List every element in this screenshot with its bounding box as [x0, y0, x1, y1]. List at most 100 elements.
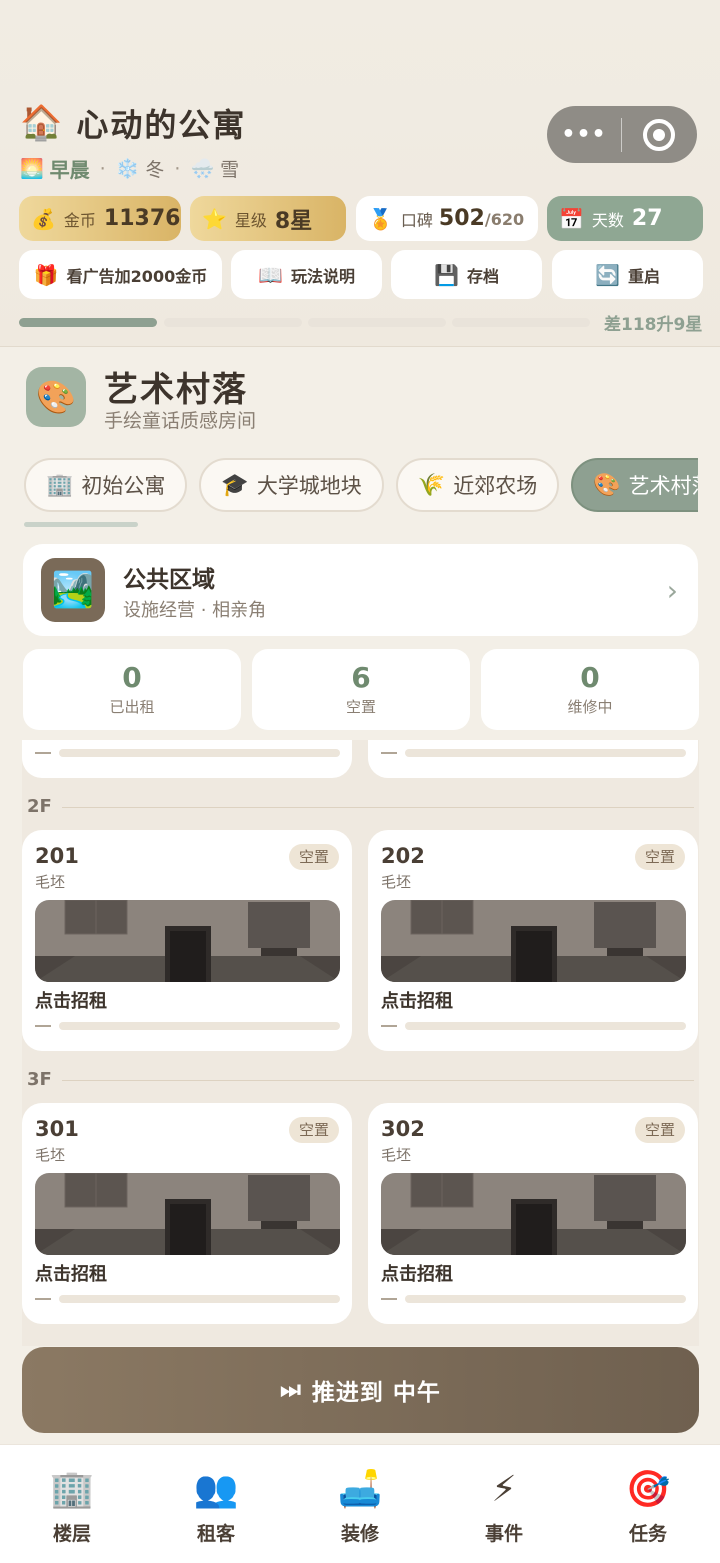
room-card-partial[interactable]	[22, 740, 352, 778]
rent-dash	[35, 1298, 51, 1300]
snow-cloud-icon: 🌨️	[190, 158, 215, 180]
room-number: 302	[381, 1117, 425, 1141]
rent-dash	[381, 752, 397, 754]
tab-label: 大学城地块	[256, 474, 362, 498]
tab-label: 初始公寓	[81, 474, 166, 498]
rent-dash	[35, 752, 51, 754]
room-type: 毛坯	[381, 1146, 412, 1164]
reputation-value: 502	[438, 206, 485, 231]
room-illustration	[35, 900, 340, 982]
area-tabs: 🏢 初始公寓 🎓 大学城地块 🌾 近郊农场 🎨 艺术村落	[24, 458, 698, 514]
separator: ·	[99, 157, 106, 180]
close-miniprogram-button[interactable]	[622, 118, 696, 151]
nav-floors[interactable]: 🏢 楼层	[0, 1445, 144, 1563]
star-icon: ⭐	[202, 206, 227, 231]
watch-ad-button[interactable]: 🎁 看广告加2000金币	[19, 250, 222, 299]
nav-tasks[interactable]: 🎯 任务	[576, 1445, 720, 1563]
rent-action-label[interactable]: 点击招租	[381, 987, 453, 1013]
save-button[interactable]: 💾 存档	[391, 250, 542, 299]
tab-label: 艺术村落	[628, 474, 698, 498]
nav-events[interactable]: ⚡ 事件	[432, 1445, 576, 1563]
refresh-icon: 🔄	[595, 262, 620, 287]
time-weather-row: 🌅 早晨 · ❄️ 冬 · 🌨️ 雪	[20, 154, 239, 183]
tab-initial-apartment[interactable]: 🏢 初始公寓	[24, 458, 188, 512]
lightning-icon: ⚡	[491, 1469, 517, 1510]
mini-program-capsule: •••	[547, 106, 697, 163]
rent-action-label[interactable]: 点击招租	[35, 987, 107, 1013]
restart-label: 重启	[627, 266, 660, 286]
rent-action-label[interactable]: 点击招租	[35, 1260, 107, 1286]
wheat-icon: 🌾	[417, 472, 446, 498]
restart-button[interactable]: 🔄 重启	[552, 250, 703, 299]
advance-label: 推进到 中午	[311, 1380, 441, 1406]
room-card-201[interactable]: 201 毛坯 空置 点击招租	[22, 830, 352, 1051]
season-label: 冬	[145, 159, 165, 181]
more-options-button[interactable]: •••	[547, 122, 621, 147]
room-progress-bar	[405, 1022, 686, 1030]
chevron-right-icon: ›	[666, 574, 678, 607]
tabs-scroll-indicator	[24, 522, 138, 527]
vacant-count: 6	[351, 661, 371, 694]
room-type: 毛坯	[35, 873, 66, 891]
snowflake-icon: ❄️	[115, 158, 140, 180]
nav-tenants[interactable]: 👥 租客	[144, 1445, 288, 1563]
public-area-subtitle: 设施经营 · 相亲角	[123, 600, 267, 621]
sofa-icon: 🛋️	[337, 1469, 383, 1510]
room-number: 301	[35, 1117, 79, 1141]
room-number: 201	[35, 844, 79, 868]
days-value: 27	[631, 206, 663, 231]
app-title: 心动的公寓	[76, 106, 247, 144]
area-name: 艺术村落	[104, 370, 248, 410]
palette-icon: 🎨	[593, 472, 621, 498]
star-progress-segment	[452, 318, 590, 327]
room-card-partial[interactable]	[368, 740, 698, 778]
room-progress-bar	[59, 1022, 340, 1030]
calendar-icon: 📅	[559, 206, 584, 231]
guide-button[interactable]: 📖 玩法说明	[231, 250, 382, 299]
vacant-label: 空置	[345, 698, 376, 716]
room-type: 毛坯	[35, 1146, 66, 1164]
floor-divider	[62, 1080, 694, 1081]
room-illustration	[381, 900, 686, 982]
graduation-cap-icon: 🎓	[221, 472, 249, 498]
weather-label: 雪	[220, 159, 240, 181]
medal-icon: 🏅	[368, 206, 393, 231]
nav-label: 装修	[340, 1523, 379, 1545]
stars-value: 8星	[274, 208, 313, 234]
room-list[interactable]: 2F 201 毛坯 空置 点击招租 202 毛坯 空置 点击招租 3F 301 …	[22, 740, 699, 1346]
vacant-count-card: 6 空置	[252, 649, 470, 730]
coins-label: 金币	[63, 210, 96, 230]
days-label: 天数	[591, 210, 624, 230]
house-icon: 🏠	[20, 103, 63, 143]
bottom-navigation: 🏢 楼层 👥 租客 🛋️ 装修 ⚡ 事件 🎯 任务	[0, 1444, 720, 1563]
building-icon: 🏢	[49, 1469, 95, 1510]
rent-action-label[interactable]: 点击招租	[381, 1260, 453, 1286]
nav-decoration[interactable]: 🛋️ 装修	[288, 1445, 432, 1563]
room-card-301[interactable]: 301 毛坯 空置 点击招租	[22, 1103, 352, 1324]
room-illustration	[381, 1173, 686, 1255]
public-area-card[interactable]: 🏞️ 公共区域 设施经营 · 相亲角 ›	[23, 544, 698, 636]
room-card-202[interactable]: 202 毛坯 空置 点击招租	[368, 830, 698, 1051]
nav-label: 事件	[484, 1523, 523, 1545]
reputation-max: /620	[484, 210, 525, 229]
tab-label: 近郊农场	[453, 474, 538, 498]
landscape-icon: 🏞️	[41, 558, 105, 622]
tab-suburban-farm[interactable]: 🌾 近郊农场	[395, 458, 560, 512]
area-subtitle: 手绘童话质感房间	[104, 410, 257, 432]
room-progress-bar	[59, 749, 340, 757]
star-progress-segment	[308, 318, 446, 327]
header-divider	[0, 346, 720, 347]
advance-time-button[interactable]: ⏭ 推进到 中午	[22, 1347, 699, 1433]
coins-value: 11376	[103, 206, 181, 231]
room-card-302[interactable]: 302 毛坯 空置 点击招租	[368, 1103, 698, 1324]
tab-art-village[interactable]: 🎨 艺术村落	[571, 458, 698, 512]
status-badge: 空置	[288, 844, 339, 870]
star-progress-text: 差118升9星	[604, 315, 703, 335]
star-progress-segment	[19, 318, 157, 327]
tab-university-town[interactable]: 🎓 大学城地块	[199, 458, 384, 512]
nav-label: 楼层	[52, 1523, 91, 1545]
nav-label: 任务	[628, 1523, 667, 1545]
rent-dash	[35, 1025, 51, 1027]
days-stat: 📅 天数 27	[547, 196, 703, 241]
guide-label: 玩法说明	[290, 266, 355, 286]
